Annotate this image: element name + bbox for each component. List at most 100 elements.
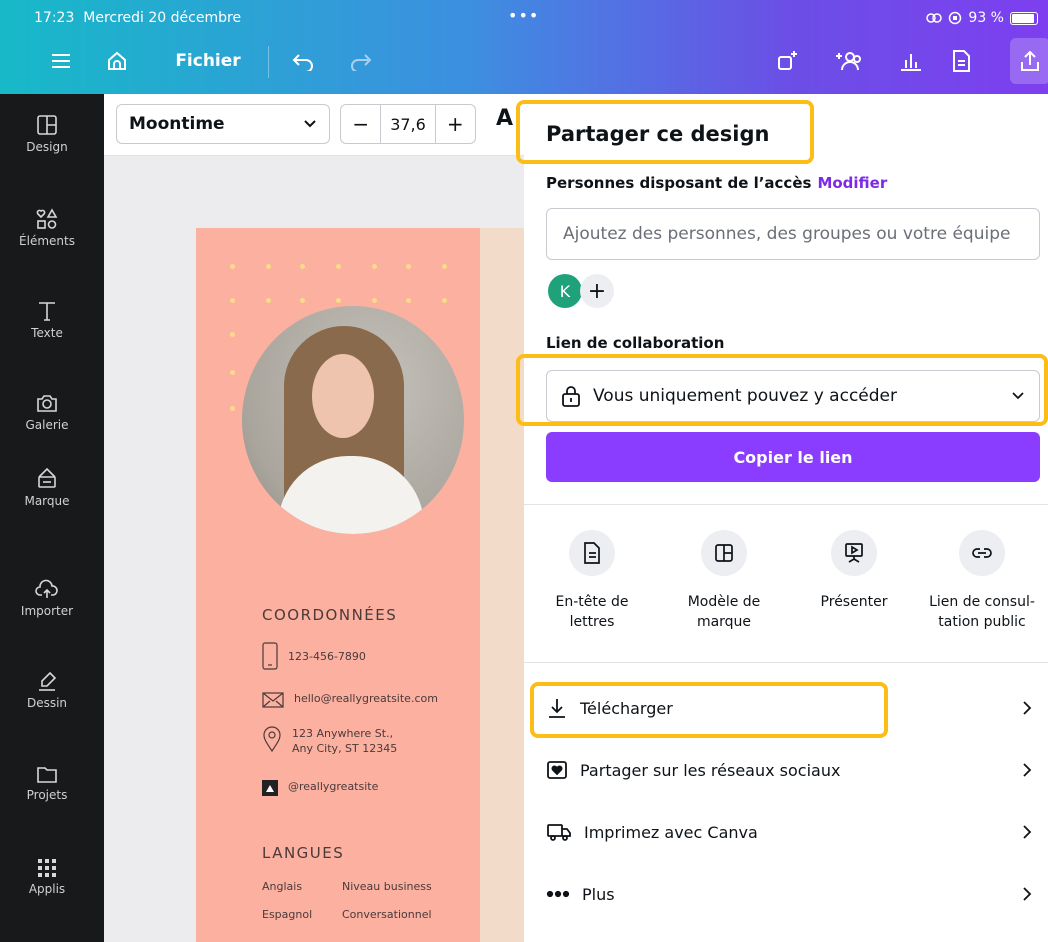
sidebar-item-label: Dessin — [26, 696, 68, 710]
access-label: Personnes disposant de l’accès Modifier — [546, 174, 888, 192]
sidebar-item-upload[interactable]: Importer — [0, 578, 94, 618]
insights-button[interactable] — [896, 38, 926, 84]
add-people-input[interactable]: Ajoutez des personnes, des groupes ou vo… — [546, 208, 1040, 260]
undo-icon — [292, 54, 313, 71]
file-menu-button[interactable]: Fichier — [175, 38, 240, 84]
language-level: Niveau business — [342, 880, 432, 893]
avatar[interactable]: K — [548, 274, 582, 308]
add-collaborators-button[interactable] — [832, 38, 868, 84]
layout-icon — [37, 115, 57, 135]
share-button[interactable] — [1010, 38, 1048, 84]
camera-icon — [37, 395, 57, 412]
languages-section-title: LANGUES — [262, 844, 345, 862]
profile-photo[interactable] — [242, 306, 464, 534]
layout-icon — [715, 544, 733, 562]
sidebar-item-apps[interactable]: Applis — [0, 858, 94, 896]
bar-chart-icon — [901, 54, 921, 71]
redo-icon — [351, 54, 372, 71]
presentation-icon — [845, 543, 863, 563]
language-name: Anglais — [262, 880, 303, 893]
chevron-right-icon — [1023, 887, 1032, 901]
link-icon — [926, 13, 943, 23]
sidebar-item-label: Design — [26, 140, 68, 154]
present-option[interactable]: Présenter — [794, 530, 914, 612]
access-level-select[interactable]: Vous uniquement pouvez y accéder — [546, 370, 1040, 422]
decrease-size-button[interactable]: − — [341, 105, 380, 143]
letterhead-option[interactable]: En-tête de lettres — [532, 530, 652, 632]
menu-icon — [52, 54, 70, 68]
truck-icon — [547, 824, 571, 841]
font-selector[interactable]: Moontime — [116, 104, 330, 144]
orientation-lock-icon — [949, 11, 962, 25]
magic-resize-icon — [778, 51, 797, 70]
home-icon — [108, 51, 126, 70]
brand-template-option[interactable]: Modèle de marque — [664, 530, 784, 632]
modify-access-link[interactable]: Modifier — [817, 174, 887, 192]
heart-box-icon — [547, 761, 567, 779]
link-icon — [972, 548, 992, 558]
public-view-link-option[interactable]: Lien de consul-tation public — [922, 530, 1042, 632]
sidebar-item-label: Marque — [24, 494, 70, 508]
chevron-right-icon — [1023, 825, 1032, 839]
text-color-button[interactable]: A — [496, 106, 513, 131]
sidebar-item-label: Applis — [28, 882, 66, 896]
resume-right-column[interactable] — [480, 228, 524, 942]
multitask-dots[interactable]: ••• — [508, 6, 539, 25]
sidebar-item-brand[interactable]: Marque — [0, 466, 94, 508]
magic-resize-button[interactable] — [770, 38, 804, 84]
print-row[interactable]: Imprimez avec Canva — [546, 812, 1040, 852]
add-person-button[interactable]: + — [580, 274, 614, 308]
resume-page[interactable]: COORDONNÉES 123-456-7890 hello@reallygre… — [196, 228, 480, 942]
home-button[interactable] — [102, 38, 132, 84]
status-bar: 17:23 Mercredi 20 décembre ••• 93 % — [0, 0, 1048, 36]
font-size-value[interactable]: 37,6 — [380, 105, 436, 143]
copy-link-button[interactable]: Copier le lien — [546, 432, 1040, 482]
battery-icon — [1010, 11, 1038, 25]
top-bar: 17:23 Mercredi 20 décembre ••• 93 % Fich… — [0, 0, 1048, 94]
increase-size-button[interactable]: + — [436, 105, 475, 143]
contact-section-title: COORDONNÉES — [262, 606, 398, 624]
share-upload-icon — [1021, 50, 1039, 71]
more-row[interactable]: Plus — [546, 874, 1040, 914]
notes-button[interactable] — [946, 38, 976, 84]
download-icon — [549, 699, 565, 718]
sidebar-item-label: Texte — [31, 326, 63, 340]
sidebar-item-draw[interactable]: Dessin — [0, 670, 94, 710]
share-social-row[interactable]: Partager sur les réseaux sociaux — [546, 750, 1040, 790]
sidebar-item-label: Importer — [20, 604, 74, 618]
location-pin-icon — [263, 726, 281, 752]
shapes-icon — [36, 208, 58, 229]
divider — [524, 504, 1048, 505]
document-icon — [953, 50, 970, 72]
sidebar-item-projects[interactable]: Projets — [0, 764, 94, 802]
left-sidebar: Design Éléments Texte Galerie Marque Imp… — [0, 94, 104, 942]
cloud-upload-icon — [35, 579, 58, 598]
letterhead-icon — [584, 542, 600, 564]
share-panel: Partager ce design Personnes disposant d… — [524, 94, 1048, 942]
access-level-value: Vous uniquement pouvez y accéder — [593, 386, 897, 406]
language-name: Espagnol — [262, 908, 313, 921]
sidebar-item-elements[interactable]: Éléments — [0, 208, 94, 248]
undo-button[interactable] — [288, 38, 318, 84]
envelope-icon — [262, 692, 284, 708]
font-size-stepper: − 37,6 + — [340, 104, 476, 144]
sidebar-item-gallery[interactable]: Galerie — [0, 392, 94, 432]
lock-icon — [562, 386, 580, 407]
battery-percent: 93 % — [968, 10, 1004, 26]
status-time: 17:23 — [34, 10, 75, 26]
language-level: Conversationnel — [342, 908, 432, 921]
phone-icon — [262, 642, 278, 670]
chevron-down-icon — [1012, 392, 1024, 400]
sidebar-item-text[interactable]: Texte — [0, 300, 94, 340]
contact-social: @reallygreatsite — [262, 780, 378, 796]
folder-icon — [37, 767, 57, 783]
status-date: Mercredi 20 décembre — [83, 10, 242, 26]
download-row[interactable]: Télécharger — [546, 688, 1040, 728]
collab-link-label: Lien de collaboration — [546, 334, 725, 352]
redo-button[interactable] — [346, 38, 376, 84]
draw-icon — [39, 671, 57, 691]
sidebar-item-design[interactable]: Design — [0, 114, 94, 154]
menu-button[interactable] — [46, 38, 76, 84]
chevron-down-icon — [304, 120, 316, 128]
sidebar-item-label: Galerie — [25, 418, 69, 432]
